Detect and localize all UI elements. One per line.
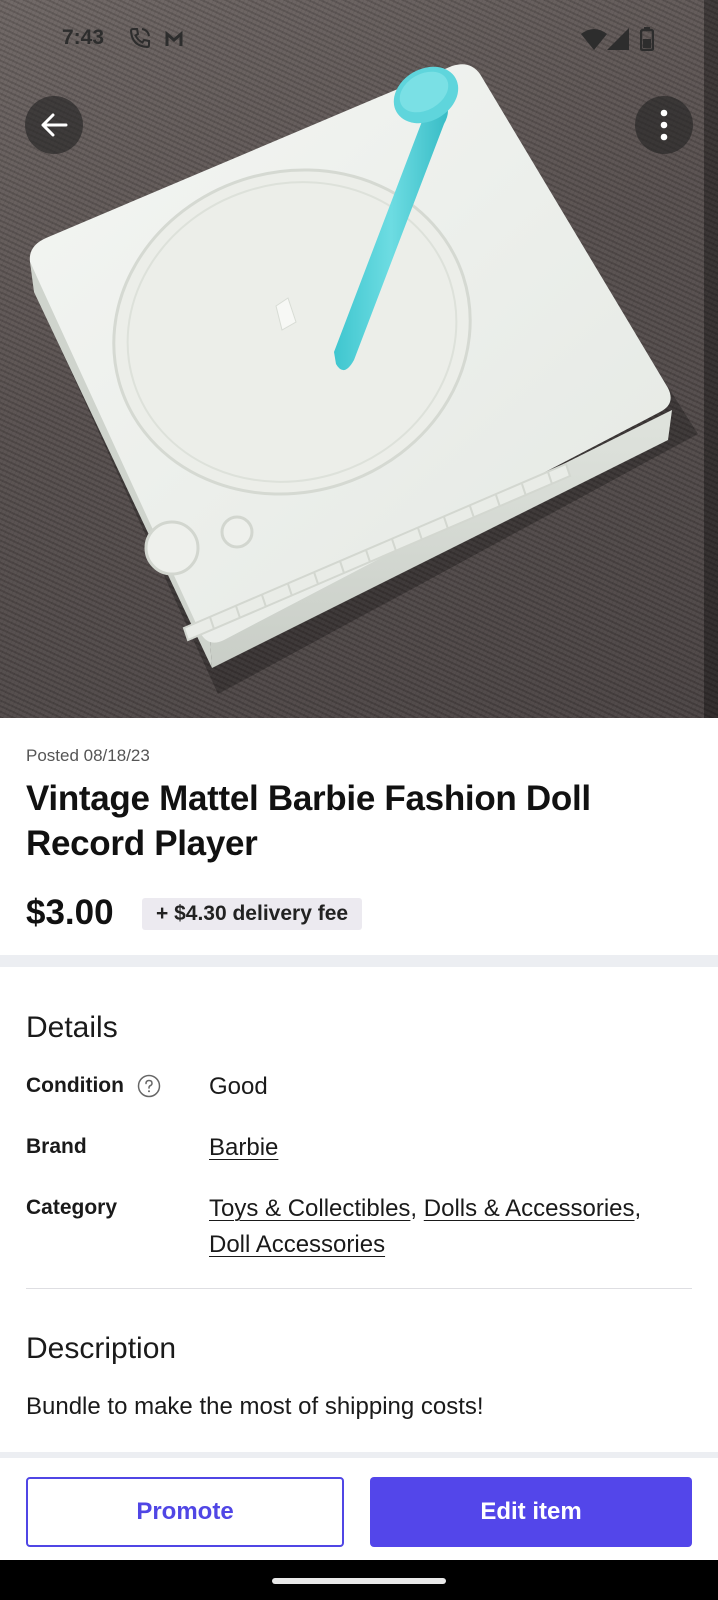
record-player-illustration [29, 64, 698, 694]
gmail-icon [164, 30, 184, 53]
condition-label: Condition [26, 1074, 124, 1097]
battery-icon [639, 27, 655, 56]
cell-signal-icon [607, 28, 629, 55]
brand-label: Brand [26, 1135, 87, 1158]
status-bar: 7:43 [0, 0, 718, 80]
posted-date: Posted 08/18/23 [26, 746, 150, 765]
back-arrow-icon [41, 113, 68, 137]
brand-link[interactable]: Barbie [209, 1134, 278, 1161]
category-link-toys-collectibles[interactable]: Toys & Collectibles [209, 1195, 410, 1222]
home-gesture-handle[interactable] [272, 1578, 446, 1584]
more-options-button[interactable] [635, 96, 693, 154]
condition-value: Good [209, 1073, 268, 1100]
help-circle-icon[interactable] [137, 1074, 161, 1103]
description-heading: Description [26, 1332, 177, 1365]
wifi-icon [581, 28, 607, 55]
category-values: Toys & Collectibles, Dolls & Accessories… [209, 1191, 679, 1263]
hero-edge-shade [704, 0, 718, 718]
promote-button[interactable]: Promote [26, 1477, 344, 1547]
system-nav-bar [0, 1560, 718, 1600]
item-title: Vintage Mattel Barbie Fashion Doll Recor… [26, 779, 591, 863]
status-time: 7:43 [62, 26, 105, 49]
back-button[interactable] [25, 96, 83, 154]
category-label: Category [26, 1196, 118, 1219]
category-link-dolls-accessories[interactable]: Dolls & Accessories [424, 1195, 635, 1222]
details-divider [26, 1288, 692, 1289]
category-link-doll-accessories[interactable]: Doll Accessories [209, 1231, 385, 1258]
item-price: $3.00 [26, 893, 114, 932]
description-text: Bundle to make the most of shipping cost… [26, 1393, 484, 1420]
edit-item-button[interactable]: Edit item [370, 1477, 692, 1547]
category-separator: , [634, 1195, 642, 1222]
delivery-fee-badge: + $4.30 delivery fee [142, 898, 363, 930]
brand-value-wrapper: Barbie [209, 1130, 278, 1166]
category-separator: , [410, 1195, 418, 1222]
more-vertical-icon [660, 109, 668, 141]
phone-call-icon [128, 26, 152, 55]
listing-photo[interactable] [0, 0, 718, 718]
details-heading: Details [26, 1011, 118, 1044]
section-divider [0, 955, 718, 967]
